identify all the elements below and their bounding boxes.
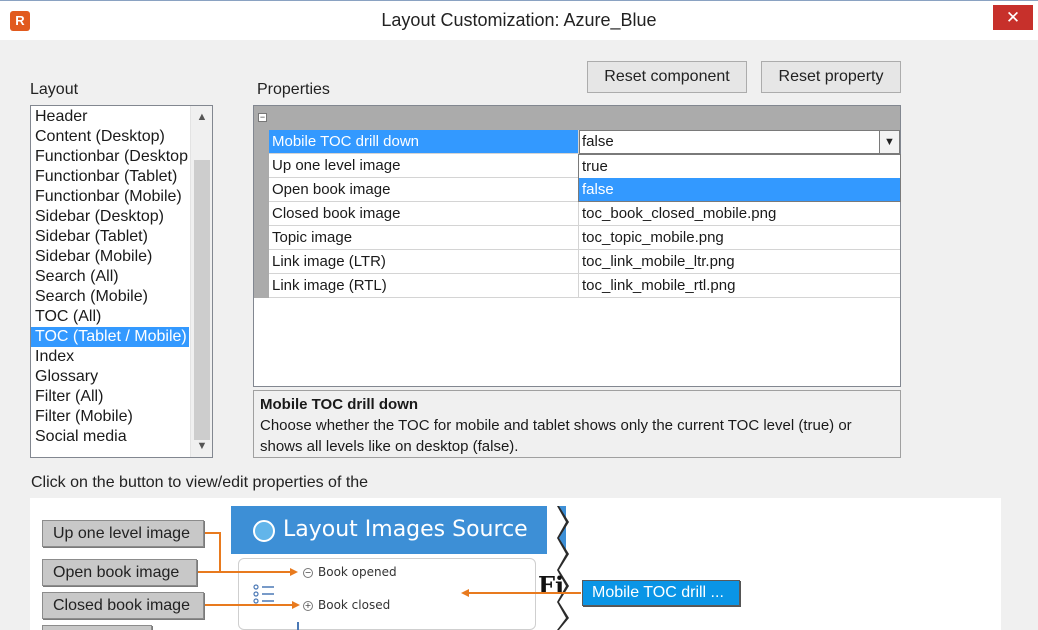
property-description: Mobile TOC drill down Choose whether the… [253, 390, 901, 458]
layout-preview: Up one level image Open book image Close… [30, 498, 1001, 630]
title-bar: R Layout Customization: Azure_Blue ✕ [0, 0, 1038, 40]
connector-lines [198, 532, 581, 630]
property-row[interactable]: Link image (RTL) toc_link_mobile_rtl.png [254, 274, 900, 298]
layout-item-search-all[interactable]: Search (All) [31, 267, 189, 287]
layout-item-social-media[interactable]: Social media [31, 427, 189, 447]
property-row[interactable]: Link image (LTR) toc_link_mobile_ltr.png [254, 250, 900, 274]
collapse-icon[interactable]: − [258, 113, 267, 122]
close-icon: ✕ [1005, 8, 1021, 27]
row-gutter [254, 274, 269, 298]
reset-property-button[interactable]: Reset property [761, 61, 901, 93]
layout-item-search-mobile[interactable]: Search (Mobile) [31, 287, 189, 307]
layout-item-filter-all[interactable]: Filter (All) [31, 387, 189, 407]
layout-item-toc-all[interactable]: TOC (All) [31, 307, 189, 327]
property-name[interactable]: Open book image [269, 178, 579, 202]
dropdown-list[interactable]: true false [578, 154, 901, 202]
layout-item-sidebar-mobile[interactable]: Sidebar (Mobile) [31, 247, 189, 267]
layout-list-scrollbar[interactable]: ▲ ▼ [190, 106, 212, 457]
property-value[interactable]: toc_link_mobile_ltr.png [579, 250, 900, 274]
row-gutter [254, 250, 269, 274]
scrollbar-thumb[interactable] [194, 160, 210, 440]
mobile-toc-drill-down-button[interactable]: Mobile TOC drill ... [582, 580, 740, 606]
scroll-up-icon[interactable]: ▲ [191, 108, 212, 126]
layout-item-index[interactable]: Index [31, 347, 189, 367]
property-row[interactable]: Topic image toc_topic_mobile.png [254, 226, 900, 250]
property-value[interactable]: toc_topic_mobile.png [579, 226, 900, 250]
property-value-dropdown[interactable]: false ▼ [579, 130, 900, 154]
property-name[interactable]: Link image (LTR) [269, 250, 579, 274]
row-gutter [254, 202, 269, 226]
row-gutter [254, 226, 269, 250]
layout-label: Layout [30, 81, 79, 98]
property-value[interactable]: toc_link_mobile_rtl.png [579, 274, 900, 298]
property-name[interactable]: Mobile TOC drill down [269, 130, 579, 154]
property-name[interactable]: Closed book image [269, 202, 579, 226]
layout-item-content-desktop[interactable]: Content (Desktop) [31, 127, 189, 147]
reset-component-button[interactable]: Reset component [587, 61, 747, 93]
description-text: Choose whether the TOC for mobile and ta… [260, 417, 852, 455]
window-title: Layout Customization: Azure_Blue [381, 10, 657, 30]
chevron-down-icon[interactable]: ▼ [879, 131, 899, 153]
layout-item-functionbar-mobile[interactable]: Functionbar (Mobile) [31, 187, 189, 207]
row-gutter [254, 178, 269, 202]
layout-item-sidebar-tablet[interactable]: Sidebar (Tablet) [31, 227, 189, 247]
layout-item-toc-tablet-mobile[interactable]: TOC (Tablet / Mobile) [31, 327, 189, 347]
scroll-down-icon[interactable]: ▼ [191, 437, 212, 455]
dropdown-option-true[interactable]: true [579, 155, 900, 178]
dropdown-option-false[interactable]: false [579, 178, 900, 201]
property-name[interactable]: Link image (RTL) [269, 274, 579, 298]
row-gutter [254, 154, 269, 178]
property-value[interactable]: toc_book_closed_mobile.png [579, 202, 900, 226]
layout-item-glossary[interactable]: Glossary [31, 367, 189, 387]
dropdown-value: false [582, 133, 614, 150]
layout-item-functionbar-desktop[interactable]: Functionbar (Desktop [31, 147, 189, 167]
layout-item-sidebar-desktop[interactable]: Sidebar (Desktop) [31, 207, 189, 227]
layout-item-functionbar-tablet[interactable]: Functionbar (Tablet) [31, 167, 189, 187]
preview-hint: Click on the button to view/edit propert… [31, 474, 369, 491]
description-title: Mobile TOC drill down [260, 396, 419, 413]
layout-item-filter-mobile[interactable]: Filter (Mobile) [31, 407, 189, 427]
property-name[interactable]: Up one level image [269, 154, 579, 178]
close-button[interactable]: ✕ [993, 5, 1033, 30]
property-grid: − Mobile TOC drill down false ▼ Up one l… [253, 105, 901, 387]
layout-item-header[interactable]: Header [31, 107, 189, 127]
layout-list[interactable]: Header Content (Desktop) Functionbar (De… [30, 105, 213, 458]
row-gutter [254, 130, 269, 154]
property-row[interactable]: Closed book image toc_book_closed_mobile… [254, 202, 900, 226]
properties-label: Properties [257, 81, 330, 98]
property-category-header: − [254, 106, 900, 130]
property-name[interactable]: Topic image [269, 226, 579, 250]
